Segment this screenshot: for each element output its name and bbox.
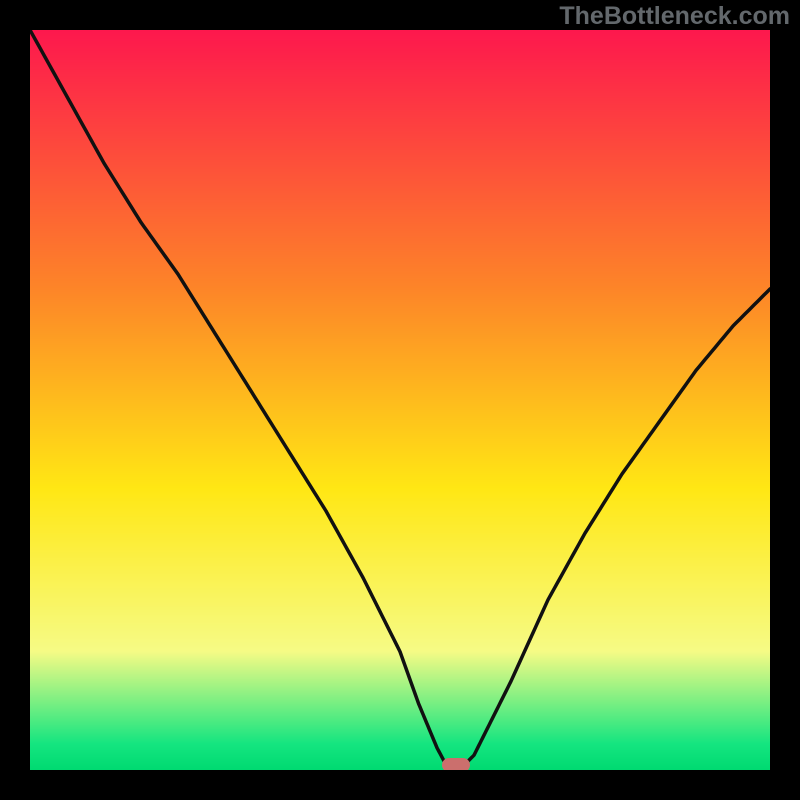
bottleneck-curve: [30, 30, 770, 770]
watermark-text: TheBottleneck.com: [559, 2, 790, 31]
plot-area: [30, 30, 770, 770]
optimal-marker: [442, 758, 470, 770]
chart-frame: TheBottleneck.com: [0, 0, 800, 800]
curve-layer: [30, 30, 770, 770]
